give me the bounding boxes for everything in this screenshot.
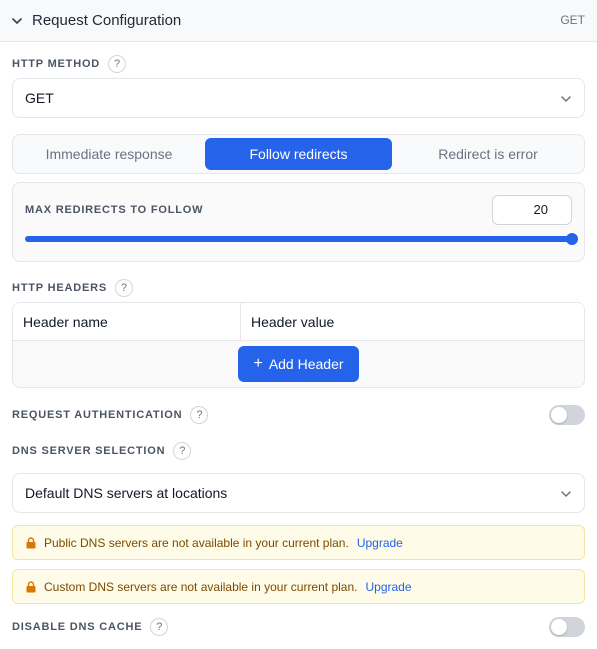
dns-cache-label: DISABLE DNS CACHE ? (12, 618, 169, 636)
header-value-column: Header value (251, 314, 335, 330)
http-method-label: HTTP METHOD ? (12, 55, 127, 73)
plus-icon: + (253, 355, 263, 372)
request-auth-label: REQUEST AUTHENTICATION ? (12, 406, 209, 424)
method-badge: GET (560, 13, 585, 27)
slider-thumb[interactable] (566, 233, 578, 245)
http-headers-label: HTTP HEADERS ? (12, 279, 133, 297)
help-icon[interactable]: ? (108, 55, 127, 73)
help-icon[interactable]: ? (190, 406, 209, 424)
header-name-column: Header name (13, 303, 241, 341)
max-redirects-input[interactable]: 20 (492, 195, 572, 225)
dns-server-value: Default DNS servers at locations (25, 485, 228, 501)
lock-icon (26, 580, 36, 592)
max-redirects-slider[interactable] (25, 233, 578, 245)
toggle-knob (551, 407, 567, 423)
public-dns-notice: Public DNS servers are not available in … (12, 525, 585, 560)
notice-text: Public DNS servers are not available in … (44, 535, 349, 550)
chevron-down-icon[interactable] (10, 14, 24, 28)
redirect-option-error[interactable]: Redirect is error (396, 138, 580, 170)
help-icon[interactable]: ? (173, 442, 192, 460)
help-icon[interactable]: ? (150, 618, 169, 636)
dns-selection-label: DNS SERVER SELECTION ? (12, 442, 192, 460)
max-redirects-label: MAX REDIRECTS TO FOLLOW (25, 204, 204, 216)
http-method-select[interactable]: GET (12, 78, 585, 118)
add-header-button[interactable]: + Add Header (238, 346, 359, 382)
help-icon[interactable]: ? (114, 279, 133, 297)
toggle-knob (551, 619, 567, 635)
add-header-label: Add Header (268, 356, 344, 372)
redirect-option-follow[interactable]: Follow redirects (205, 138, 392, 170)
dns-cache-toggle[interactable] (549, 617, 585, 637)
dns-server-select[interactable]: Default DNS servers at locations (12, 473, 585, 513)
redirect-mode-toggle: Immediate response Follow redirects Redi… (12, 134, 585, 174)
chevron-down-icon (561, 491, 571, 497)
request-auth-toggle[interactable] (549, 405, 585, 425)
slider-fill (25, 236, 572, 242)
chevron-down-icon (561, 96, 571, 102)
lock-icon (26, 536, 36, 548)
headers-table-header: Header name Header value (13, 303, 584, 341)
upgrade-link[interactable]: Upgrade (357, 536, 403, 550)
section-header[interactable]: Request Configuration GET (0, 0, 597, 42)
section-title: Request Configuration (32, 12, 182, 29)
notice-text: Custom DNS servers are not available in … (44, 579, 358, 594)
custom-dns-notice: Custom DNS servers are not available in … (12, 569, 585, 604)
headers-table: Header name Header value + Add Header (12, 302, 585, 388)
redirect-option-immediate[interactable]: Immediate response (17, 138, 201, 170)
max-redirects-panel: MAX REDIRECTS TO FOLLOW 20 (12, 182, 585, 262)
upgrade-link[interactable]: Upgrade (365, 580, 411, 594)
http-method-value: GET (25, 90, 54, 106)
